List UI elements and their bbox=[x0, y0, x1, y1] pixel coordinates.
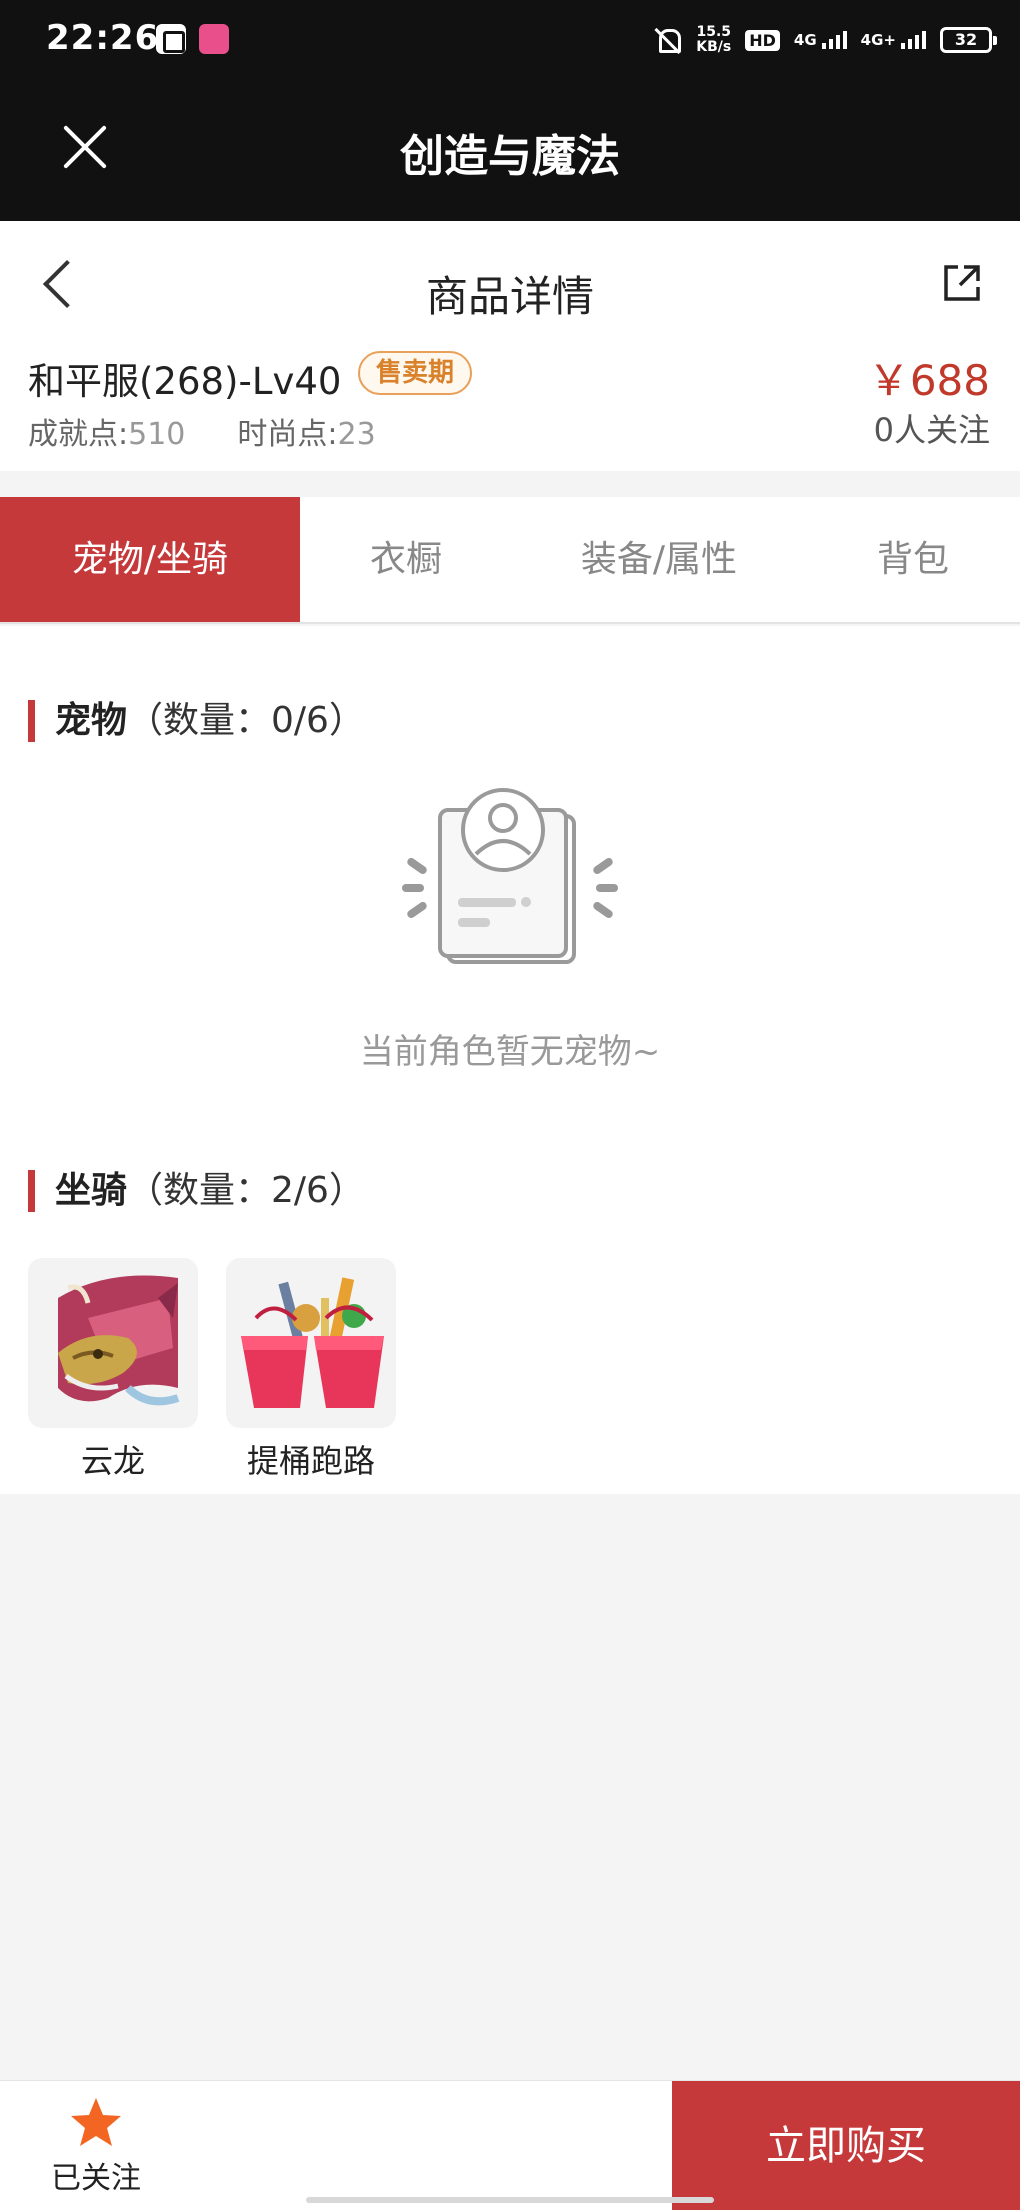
mount-image bbox=[28, 1258, 198, 1428]
mute-bell-icon bbox=[654, 26, 682, 54]
star-icon bbox=[71, 2098, 121, 2146]
empty-pets-text: 当前角色暂无宠物~ bbox=[359, 1032, 661, 1072]
tab-equipment[interactable]: 装备/属性 bbox=[512, 497, 806, 622]
mounts-section-heading: 坐骑（数量：2/6） bbox=[28, 1170, 365, 1212]
app-title: 创造与魔法 bbox=[400, 131, 620, 182]
mount-image bbox=[226, 1258, 396, 1428]
mount-name: 提桶跑路 bbox=[246, 1442, 375, 1480]
achievement-value: 510 bbox=[128, 417, 186, 452]
hd-icon: HD bbox=[745, 29, 780, 51]
fashion-label: 时尚点: bbox=[237, 417, 338, 452]
share-icon[interactable] bbox=[940, 261, 984, 305]
empty-profile-icon bbox=[402, 788, 618, 964]
product-name: 和平服(268)-Lv40 bbox=[28, 360, 342, 403]
achievement-label: 成就点: bbox=[28, 417, 129, 452]
follow-label: 已关注 bbox=[51, 2161, 141, 2196]
signal-sim2-icon: 4G+ bbox=[861, 31, 926, 49]
tab-backpack[interactable]: 背包 bbox=[806, 497, 1020, 622]
dragon-icon bbox=[58, 1275, 180, 1406]
tab-wardrobe[interactable]: 衣橱 bbox=[300, 497, 512, 622]
battery-icon: 32 bbox=[940, 27, 997, 53]
mount-item[interactable]: 云龙 bbox=[28, 1258, 198, 1482]
tab-pets-mounts[interactable]: 宠物/坐骑 bbox=[0, 497, 300, 622]
buy-now-button[interactable]: 立即购买 bbox=[672, 2081, 1020, 2210]
status-indicators: 15.5 KB/s HD 4G 4G+ 32 bbox=[654, 20, 997, 60]
follower-count: 0人关注 bbox=[873, 411, 990, 449]
price: ￥688 bbox=[867, 356, 990, 405]
mount-name: 云龙 bbox=[80, 1442, 145, 1480]
page-title: 商品详情 bbox=[425, 272, 594, 321]
notification-app-icon bbox=[156, 24, 186, 54]
follow-button[interactable]: 已关注 bbox=[36, 2095, 156, 2197]
pets-section-heading: 宠物（数量：0/6） bbox=[28, 700, 365, 742]
signal-sim1-icon: 4G bbox=[794, 31, 847, 49]
tab-bar: 宠物/坐骑 衣橱 装备/属性 背包 bbox=[0, 497, 1020, 624]
product-header: 商品详情 和平服(268)-Lv40 售卖期 成就点:510 时尚点:23 ￥68… bbox=[0, 221, 1020, 471]
notification-app-icon-pink bbox=[199, 24, 229, 54]
status-badge: 售卖期 bbox=[358, 351, 473, 395]
network-speed: 15.5 KB/s bbox=[696, 24, 732, 55]
home-indicator[interactable] bbox=[306, 2197, 714, 2203]
buckets-icon bbox=[241, 1277, 384, 1408]
mount-item[interactable]: 提桶跑路 bbox=[226, 1258, 396, 1482]
tab-content: 宠物（数量：0/6） 当前角色暂无宠物~ 坐骑（数量：2/6） 云龙 提桶跑路 bbox=[0, 626, 1020, 1494]
fashion-value: 23 bbox=[337, 417, 376, 452]
status-time: 22:26 bbox=[46, 18, 160, 58]
top-bar: 22:26 15.5 KB/s HD 4G 4G+ 32 创造与魔法 bbox=[0, 0, 1020, 221]
product-stats: 成就点:510 时尚点:23 bbox=[28, 409, 376, 453]
bottom-action-bar: 已关注 立即购买 bbox=[0, 2080, 1020, 2210]
